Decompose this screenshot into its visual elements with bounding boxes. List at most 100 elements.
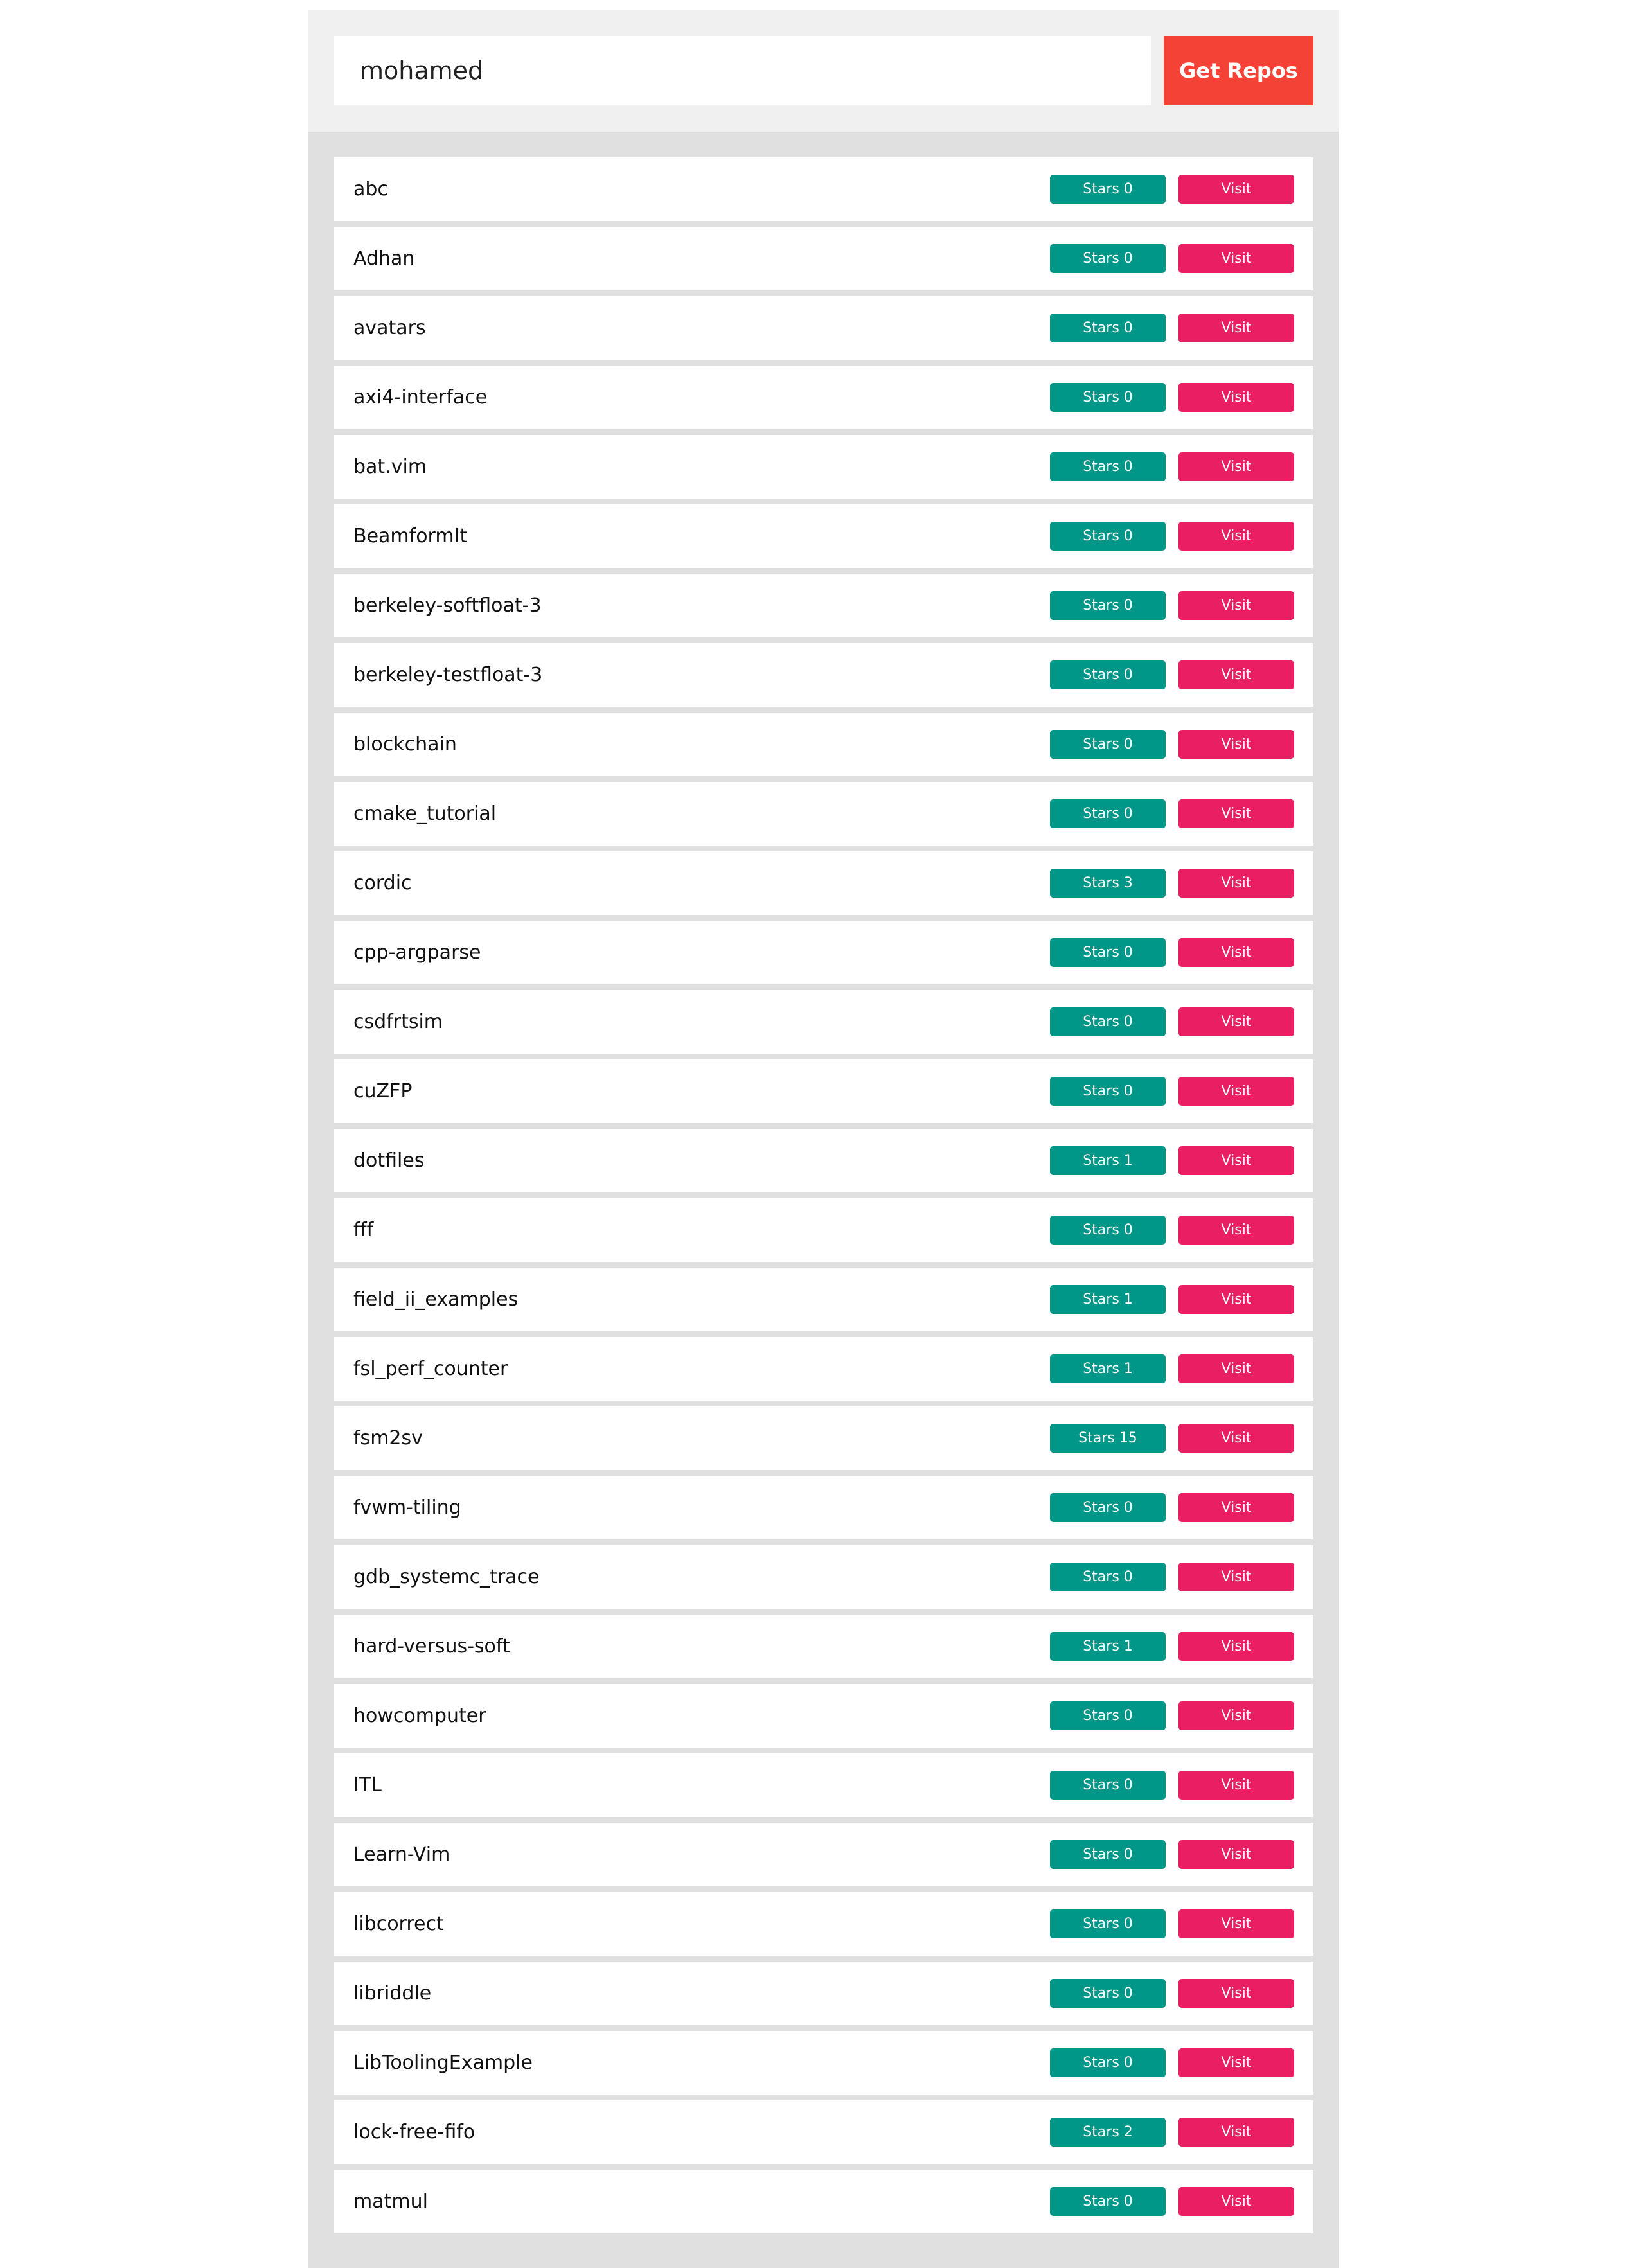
repo-name: cordic — [353, 872, 412, 894]
stars-badge: Stars 0 — [1050, 660, 1166, 689]
repo-row: matmul Stars 0 Visit — [334, 2170, 1313, 2233]
repo-name: berkeley-softfloat-3 — [353, 594, 542, 617]
repo-row: libriddle Stars 0 Visit — [334, 1962, 1313, 2025]
visit-button[interactable]: Visit — [1178, 1285, 1294, 1314]
stars-badge: Stars 1 — [1050, 1354, 1166, 1383]
repo-row: lock-free-fifo Stars 2 Visit — [334, 2100, 1313, 2164]
visit-button[interactable]: Visit — [1178, 1979, 1294, 2008]
repo-row: ITL Stars 0 Visit — [334, 1753, 1313, 1817]
stars-badge: Stars 0 — [1050, 1216, 1166, 1245]
stars-badge: Stars 1 — [1050, 1632, 1166, 1661]
repo-row: csdfrtsim Stars 0 Visit — [334, 990, 1313, 1054]
repo-row: axi4-interface Stars 0 Visit — [334, 366, 1313, 429]
visit-button[interactable]: Visit — [1178, 660, 1294, 689]
repo-row: avatars Stars 0 Visit — [334, 296, 1313, 360]
repo-name: cmake_tutorial — [353, 802, 497, 825]
visit-button[interactable]: Visit — [1178, 452, 1294, 481]
repo-name: libcorrect — [353, 1913, 444, 1935]
repo-row: fff Stars 0 Visit — [334, 1198, 1313, 1262]
repo-row: cordic Stars 3 Visit — [334, 851, 1313, 915]
repo-name: gdb_systemc_trace — [353, 1566, 540, 1588]
username-input[interactable] — [334, 36, 1151, 105]
stars-badge: Stars 0 — [1050, 1840, 1166, 1869]
visit-button[interactable]: Visit — [1178, 244, 1294, 273]
repo-row: abc Stars 0 Visit — [334, 157, 1313, 221]
stars-badge: Stars 0 — [1050, 175, 1166, 204]
stars-badge: Stars 15 — [1050, 1424, 1166, 1453]
visit-button[interactable]: Visit — [1178, 1771, 1294, 1800]
repo-row: fsl_perf_counter Stars 1 Visit — [334, 1337, 1313, 1401]
repo-name: LibToolingExample — [353, 2051, 533, 2074]
repo-row: howcomputer Stars 0 Visit — [334, 1684, 1313, 1748]
repo-row: bat.vim Stars 0 Visit — [334, 435, 1313, 499]
stars-badge: Stars 0 — [1050, 452, 1166, 481]
visit-button[interactable]: Visit — [1178, 1493, 1294, 1522]
repo-name: Learn-Vim — [353, 1843, 450, 1866]
visit-button[interactable]: Visit — [1178, 1354, 1294, 1383]
stars-badge: Stars 0 — [1050, 1909, 1166, 1938]
repo-row: fsm2sv Stars 15 Visit — [334, 1406, 1313, 1470]
repo-row: gdb_systemc_trace Stars 0 Visit — [334, 1545, 1313, 1609]
stars-badge: Stars 0 — [1050, 1077, 1166, 1106]
repo-name: BeamformIt — [353, 525, 468, 547]
repo-name: axi4-interface — [353, 386, 488, 409]
visit-button[interactable]: Visit — [1178, 1077, 1294, 1106]
repo-row: fvwm-tiling Stars 0 Visit — [334, 1476, 1313, 1539]
visit-button[interactable]: Visit — [1178, 1216, 1294, 1245]
visit-button[interactable]: Visit — [1178, 2187, 1294, 2216]
repo-row: Adhan Stars 0 Visit — [334, 227, 1313, 290]
visit-button[interactable]: Visit — [1178, 2118, 1294, 2147]
visit-button[interactable]: Visit — [1178, 869, 1294, 898]
visit-button[interactable]: Visit — [1178, 591, 1294, 620]
visit-button[interactable]: Visit — [1178, 1840, 1294, 1869]
visit-button[interactable]: Visit — [1178, 1701, 1294, 1730]
stars-badge: Stars 0 — [1050, 1563, 1166, 1591]
repo-name: blockchain — [353, 733, 457, 756]
repo-name: berkeley-testfloat-3 — [353, 664, 543, 686]
visit-button[interactable]: Visit — [1178, 799, 1294, 828]
stars-badge: Stars 2 — [1050, 2118, 1166, 2147]
visit-button[interactable]: Visit — [1178, 1146, 1294, 1175]
repo-name: lock-free-fifo — [353, 2121, 476, 2143]
repo-row: dotfiles Stars 1 Visit — [334, 1129, 1313, 1192]
visit-button[interactable]: Visit — [1178, 1563, 1294, 1591]
visit-button[interactable]: Visit — [1178, 730, 1294, 759]
repo-row: field_ii_examples Stars 1 Visit — [334, 1268, 1313, 1331]
repo-list: abc Stars 0 Visit Adhan Stars 0 Visit av… — [308, 132, 1339, 2233]
repo-name: hard-versus-soft — [353, 1635, 510, 1658]
repo-name: fff — [353, 1219, 374, 1241]
repo-search-app: Get Repos abc Stars 0 Visit Adhan Stars … — [308, 10, 1339, 2268]
visit-button[interactable]: Visit — [1178, 938, 1294, 967]
visit-button[interactable]: Visit — [1178, 522, 1294, 551]
repo-name: cpp-argparse — [353, 941, 481, 964]
repo-row: berkeley-softfloat-3 Stars 0 Visit — [334, 574, 1313, 637]
repo-name: matmul — [353, 2190, 428, 2213]
repo-name: abc — [353, 178, 388, 200]
stars-badge: Stars 0 — [1050, 1979, 1166, 2008]
repo-name: bat.vim — [353, 456, 427, 478]
repo-name: libriddle — [353, 1982, 432, 2005]
stars-badge: Stars 0 — [1050, 1771, 1166, 1800]
visit-button[interactable]: Visit — [1178, 383, 1294, 412]
visit-button[interactable]: Visit — [1178, 1424, 1294, 1453]
visit-button[interactable]: Visit — [1178, 2048, 1294, 2077]
stars-badge: Stars 0 — [1050, 1493, 1166, 1522]
repo-name: field_ii_examples — [353, 1288, 519, 1311]
visit-button[interactable]: Visit — [1178, 175, 1294, 204]
repo-name: fvwm-tiling — [353, 1496, 461, 1519]
repo-row: cmake_tutorial Stars 0 Visit — [334, 782, 1313, 846]
repo-name: csdfrtsim — [353, 1011, 443, 1033]
visit-button[interactable]: Visit — [1178, 1007, 1294, 1036]
repo-name: howcomputer — [353, 1705, 486, 1727]
stars-badge: Stars 0 — [1050, 2187, 1166, 2216]
visit-button[interactable]: Visit — [1178, 1632, 1294, 1661]
visit-button[interactable]: Visit — [1178, 314, 1294, 342]
repo-row: cuZFP Stars 0 Visit — [334, 1059, 1313, 1123]
stars-badge: Stars 0 — [1050, 938, 1166, 967]
visit-button[interactable]: Visit — [1178, 1909, 1294, 1938]
repo-name: dotfiles — [353, 1149, 425, 1172]
repo-name: cuZFP — [353, 1080, 413, 1103]
repo-row: berkeley-testfloat-3 Stars 0 Visit — [334, 643, 1313, 707]
repo-row: hard-versus-soft Stars 1 Visit — [334, 1615, 1313, 1678]
get-repos-button[interactable]: Get Repos — [1164, 36, 1313, 105]
